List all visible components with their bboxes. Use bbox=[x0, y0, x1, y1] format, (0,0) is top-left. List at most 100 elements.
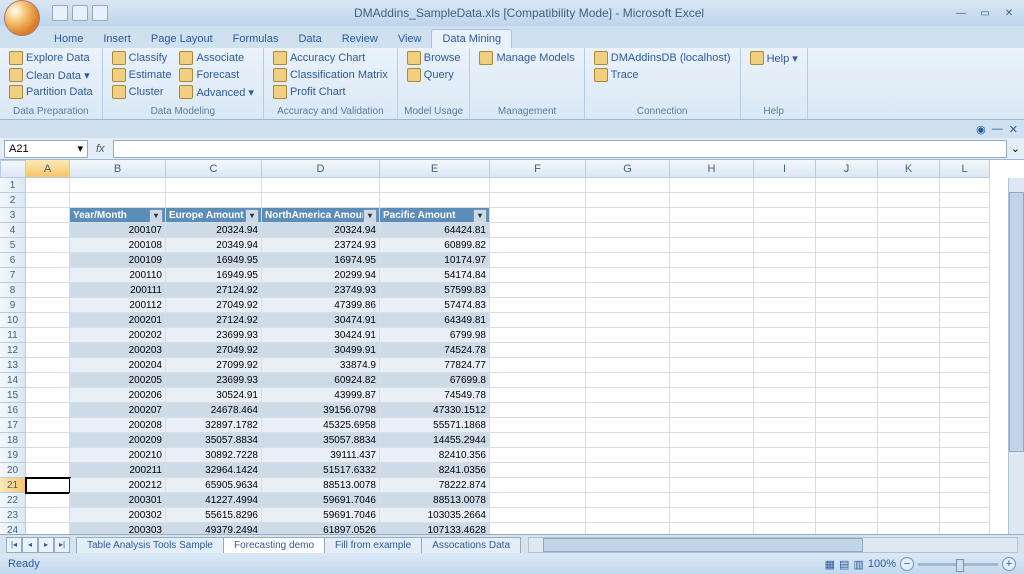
view-pagebreak-icon[interactable]: ▥ bbox=[853, 558, 863, 571]
formula-input[interactable] bbox=[113, 140, 1007, 158]
cell-H10[interactable] bbox=[670, 313, 754, 328]
cell-I3[interactable] bbox=[754, 208, 816, 223]
cell-E2[interactable] bbox=[380, 193, 490, 208]
cell-E4[interactable]: 64424.81 bbox=[380, 223, 490, 238]
cell-J20[interactable] bbox=[816, 463, 878, 478]
cell-B5[interactable]: 200108 bbox=[70, 238, 166, 253]
cell-G16[interactable] bbox=[586, 403, 670, 418]
cell-G3[interactable] bbox=[586, 208, 670, 223]
cell-C16[interactable]: 24678.464 bbox=[166, 403, 262, 418]
cell-K19[interactable] bbox=[878, 448, 940, 463]
cell-H23[interactable] bbox=[670, 508, 754, 523]
cell-I17[interactable] bbox=[754, 418, 816, 433]
row-header-6[interactable]: 6 bbox=[0, 253, 26, 268]
cell-K6[interactable] bbox=[878, 253, 940, 268]
zoom-out-button[interactable]: − bbox=[900, 557, 914, 571]
cell-L6[interactable] bbox=[940, 253, 990, 268]
cell-K16[interactable] bbox=[878, 403, 940, 418]
cell-L15[interactable] bbox=[940, 388, 990, 403]
cell-I7[interactable] bbox=[754, 268, 816, 283]
col-header-A[interactable]: A bbox=[26, 160, 70, 178]
cell-B24[interactable]: 200303 bbox=[70, 523, 166, 534]
partitiondata-button[interactable]: Partition Data bbox=[6, 84, 96, 100]
classificationmatrix-button[interactable]: Classification Matrix bbox=[270, 67, 391, 83]
cell-C1[interactable] bbox=[166, 178, 262, 193]
tab-data-mining[interactable]: Data Mining bbox=[431, 29, 512, 48]
cell-E10[interactable]: 64349.81 bbox=[380, 313, 490, 328]
row-header-13[interactable]: 13 bbox=[0, 358, 26, 373]
expand-formula-icon[interactable]: ⌄ bbox=[1011, 142, 1020, 155]
cell-D4[interactable]: 20324.94 bbox=[262, 223, 380, 238]
cell-K4[interactable] bbox=[878, 223, 940, 238]
cell-B2[interactable] bbox=[70, 193, 166, 208]
cell-F1[interactable] bbox=[490, 178, 586, 193]
cell-H24[interactable] bbox=[670, 523, 754, 534]
cell-F14[interactable] bbox=[490, 373, 586, 388]
cell-K8[interactable] bbox=[878, 283, 940, 298]
cell-I5[interactable] bbox=[754, 238, 816, 253]
managemodels-button[interactable]: Manage Models bbox=[476, 50, 577, 66]
cell-D22[interactable]: 59691.7046 bbox=[262, 493, 380, 508]
row-header-1[interactable]: 1 bbox=[0, 178, 26, 193]
cleandata-button[interactable]: Clean Data ▾ bbox=[6, 67, 96, 83]
cell-K13[interactable] bbox=[878, 358, 940, 373]
close-button[interactable]: ✕ bbox=[998, 5, 1020, 21]
cell-F15[interactable] bbox=[490, 388, 586, 403]
cell-F23[interactable] bbox=[490, 508, 586, 523]
cell-A5[interactable] bbox=[26, 238, 70, 253]
row-header-23[interactable]: 23 bbox=[0, 508, 26, 523]
cell-I11[interactable] bbox=[754, 328, 816, 343]
cell-K18[interactable] bbox=[878, 433, 940, 448]
view-normal-icon[interactable]: ▦ bbox=[825, 558, 835, 571]
cell-B17[interactable]: 200208 bbox=[70, 418, 166, 433]
cell-H4[interactable] bbox=[670, 223, 754, 238]
cell-D24[interactable]: 61897.0526 bbox=[262, 523, 380, 534]
cell-D16[interactable]: 39156.0798 bbox=[262, 403, 380, 418]
cell-K2[interactable] bbox=[878, 193, 940, 208]
office-button[interactable] bbox=[4, 0, 40, 36]
cell-K14[interactable] bbox=[878, 373, 940, 388]
sheet-nav-first-icon[interactable]: |◂ bbox=[6, 537, 22, 553]
sheet-nav-prev-icon[interactable]: ◂ bbox=[22, 537, 38, 553]
cell-I10[interactable] bbox=[754, 313, 816, 328]
cell-B16[interactable]: 200207 bbox=[70, 403, 166, 418]
dmaddinsdb(localhost)-button[interactable]: DMAddinsDB (localhost) bbox=[591, 50, 734, 66]
cell-D18[interactable]: 35057.8834 bbox=[262, 433, 380, 448]
save-icon[interactable] bbox=[52, 5, 68, 21]
classify-button[interactable]: Classify bbox=[109, 50, 175, 66]
cell-K10[interactable] bbox=[878, 313, 940, 328]
ribbon-help-icon[interactable]: ◉ bbox=[976, 123, 986, 136]
cell-A16[interactable] bbox=[26, 403, 70, 418]
tab-formulas[interactable]: Formulas bbox=[223, 30, 289, 48]
tab-data[interactable]: Data bbox=[288, 30, 331, 48]
col-header-E[interactable]: E bbox=[380, 160, 490, 178]
cell-J16[interactable] bbox=[816, 403, 878, 418]
sheet-tab-fill-from-example[interactable]: Fill from example bbox=[324, 537, 422, 553]
cell-I19[interactable] bbox=[754, 448, 816, 463]
cell-A21[interactable] bbox=[26, 478, 70, 493]
cell-E6[interactable]: 10174.97 bbox=[380, 253, 490, 268]
cell-L2[interactable] bbox=[940, 193, 990, 208]
minimize-button[interactable]: — bbox=[950, 5, 972, 21]
cell-G18[interactable] bbox=[586, 433, 670, 448]
cell-J8[interactable] bbox=[816, 283, 878, 298]
cell-C18[interactable]: 35057.8834 bbox=[166, 433, 262, 448]
cell-H18[interactable] bbox=[670, 433, 754, 448]
cell-F17[interactable] bbox=[490, 418, 586, 433]
cell-C19[interactable]: 30892.7228 bbox=[166, 448, 262, 463]
col-header-D[interactable]: D bbox=[262, 160, 380, 178]
cell-B8[interactable]: 200111 bbox=[70, 283, 166, 298]
cell-C12[interactable]: 27049.92 bbox=[166, 343, 262, 358]
cell-A22[interactable] bbox=[26, 493, 70, 508]
cell-B18[interactable]: 200209 bbox=[70, 433, 166, 448]
cell-L5[interactable] bbox=[940, 238, 990, 253]
cell-E5[interactable]: 60899.82 bbox=[380, 238, 490, 253]
fx-icon[interactable]: fx bbox=[92, 143, 109, 155]
cell-J11[interactable] bbox=[816, 328, 878, 343]
cell-D23[interactable]: 59691.7046 bbox=[262, 508, 380, 523]
cell-J13[interactable] bbox=[816, 358, 878, 373]
cell-D17[interactable]: 45325.6958 bbox=[262, 418, 380, 433]
cell-J22[interactable] bbox=[816, 493, 878, 508]
cell-I23[interactable] bbox=[754, 508, 816, 523]
cell-G7[interactable] bbox=[586, 268, 670, 283]
